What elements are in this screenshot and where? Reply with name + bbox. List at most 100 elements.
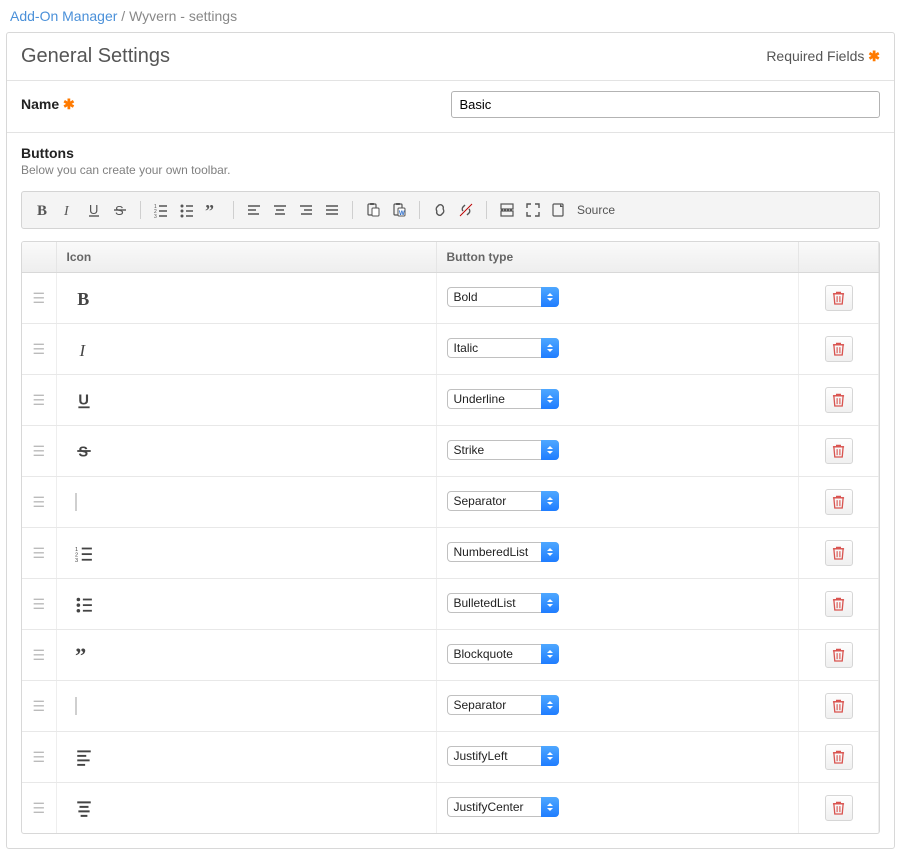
link-icon[interactable]: [430, 200, 450, 220]
button-type-select[interactable]: Separator: [447, 491, 559, 511]
select-arrows-icon: [541, 440, 559, 460]
drag-handle-icon[interactable]: ☰: [32, 698, 46, 715]
numberedlist-icon[interactable]: 123: [151, 200, 171, 220]
trash-icon: [832, 597, 845, 611]
button-type-select[interactable]: JustifyLeft: [447, 746, 559, 766]
svg-text:U: U: [89, 202, 98, 217]
asterisk-icon: ✱: [63, 96, 75, 112]
select-arrows-icon: [541, 644, 559, 664]
table-row: ☰ I Italic: [22, 324, 879, 375]
svg-text:”: ”: [205, 202, 214, 218]
button-type-select[interactable]: Underline: [447, 389, 559, 409]
button-type-select[interactable]: Blockquote: [447, 644, 559, 664]
toolbar-separator: [140, 201, 141, 219]
bulletedlist-icon: [67, 595, 426, 613]
table-row: ☰ U Underline: [22, 375, 879, 426]
svg-text:U: U: [78, 393, 89, 409]
delete-button[interactable]: [825, 438, 853, 464]
numberedlist-icon: 123: [67, 544, 426, 562]
blockquote-icon[interactable]: ”: [203, 200, 223, 220]
select-arrows-icon: [541, 746, 559, 766]
paste-icon[interactable]: [363, 200, 383, 220]
col-type-header: Button type: [436, 242, 799, 273]
italic-icon: I: [67, 340, 426, 358]
name-field-label: Name ✱: [21, 96, 451, 113]
table-row: ☰ Separator: [22, 681, 879, 732]
toolbar-separator: [352, 201, 353, 219]
trash-icon: [832, 750, 845, 764]
drag-handle-icon[interactable]: ☰: [32, 341, 46, 358]
unlink-icon[interactable]: [456, 200, 476, 220]
button-type-select[interactable]: Separator: [447, 695, 559, 715]
button-type-select[interactable]: Italic: [447, 338, 559, 358]
trash-icon: [832, 648, 845, 662]
drag-handle-icon[interactable]: ☰: [32, 545, 46, 562]
delete-button[interactable]: [825, 795, 853, 821]
drag-handle-icon[interactable]: ☰: [32, 749, 46, 766]
source-icon[interactable]: [549, 200, 569, 220]
justifyright-icon[interactable]: [296, 200, 316, 220]
trash-icon: [832, 699, 845, 713]
drag-handle-icon[interactable]: ☰: [32, 443, 46, 460]
button-type-select[interactable]: Strike: [447, 440, 559, 460]
delete-button[interactable]: [825, 540, 853, 566]
select-arrows-icon: [541, 491, 559, 511]
drag-handle-icon[interactable]: ☰: [32, 800, 46, 817]
select-arrows-icon: [541, 338, 559, 358]
select-arrows-icon: [541, 287, 559, 307]
drag-handle-icon[interactable]: ☰: [32, 647, 46, 664]
drag-handle-icon[interactable]: ☰: [32, 494, 46, 511]
panel-header: General Settings Required Fields ✱: [7, 33, 894, 81]
delete-button[interactable]: [825, 285, 853, 311]
select-arrows-icon: [541, 542, 559, 562]
italic-icon[interactable]: I: [58, 200, 78, 220]
table-row: ☰ B Bold: [22, 273, 879, 324]
trash-icon: [832, 495, 845, 509]
bold-icon: B: [67, 289, 426, 307]
buttons-section-desc: Below you can create your own toolbar.: [21, 163, 880, 177]
delete-button[interactable]: [825, 642, 853, 668]
readmore-icon[interactable]: [497, 200, 517, 220]
delete-button[interactable]: [825, 387, 853, 413]
drag-handle-icon[interactable]: ☰: [32, 290, 46, 307]
table-row: ☰ ” Blockquote: [22, 630, 879, 681]
underline-icon[interactable]: U: [84, 200, 104, 220]
delete-button[interactable]: [825, 336, 853, 362]
name-input[interactable]: [451, 91, 881, 118]
delete-button[interactable]: [825, 744, 853, 770]
svg-text:”: ”: [75, 646, 86, 664]
delete-button[interactable]: [825, 591, 853, 617]
button-type-select[interactable]: NumberedList: [447, 542, 559, 562]
bold-icon[interactable]: B: [32, 200, 52, 220]
button-type-select[interactable]: Bold: [447, 287, 559, 307]
maximize-icon[interactable]: [523, 200, 543, 220]
underline-icon: U: [67, 391, 426, 409]
buttons-table: Icon Button type ☰BBold☰IItalic☰UUnderli…: [22, 242, 879, 833]
justifyblock-icon[interactable]: [322, 200, 342, 220]
buttons-section-title: Buttons: [21, 145, 880, 161]
bulletedlist-icon[interactable]: [177, 200, 197, 220]
delete-button[interactable]: [825, 489, 853, 515]
delete-button[interactable]: [825, 693, 853, 719]
drag-handle-icon[interactable]: ☰: [32, 392, 46, 409]
col-handle-header: [22, 242, 56, 273]
breadcrumb-link-addon-manager[interactable]: Add-On Manager: [10, 8, 117, 24]
justifyleft-icon[interactable]: [244, 200, 264, 220]
strike-icon[interactable]: S: [110, 200, 130, 220]
drag-handle-icon[interactable]: ☰: [32, 596, 46, 613]
preview-toolbar: B I U S 123 ” W Source: [21, 191, 880, 229]
separator-icon: [67, 697, 426, 715]
settings-panel: General Settings Required Fields ✱ Name …: [6, 32, 895, 849]
blockquote-icon: ”: [67, 646, 426, 664]
justifycenter-icon: [67, 799, 426, 817]
table-row: ☰ Separator: [22, 477, 879, 528]
pasteword-icon[interactable]: W: [389, 200, 409, 220]
asterisk-icon: ✱: [868, 48, 880, 64]
page-title: General Settings: [21, 45, 170, 68]
svg-text:3: 3: [75, 558, 78, 562]
button-type-select[interactable]: BulletedList: [447, 593, 559, 613]
justifycenter-icon[interactable]: [270, 200, 290, 220]
trash-icon: [832, 393, 845, 407]
source-label[interactable]: Source: [577, 203, 615, 217]
table-row: ☰JustifyCenter: [22, 783, 879, 834]
